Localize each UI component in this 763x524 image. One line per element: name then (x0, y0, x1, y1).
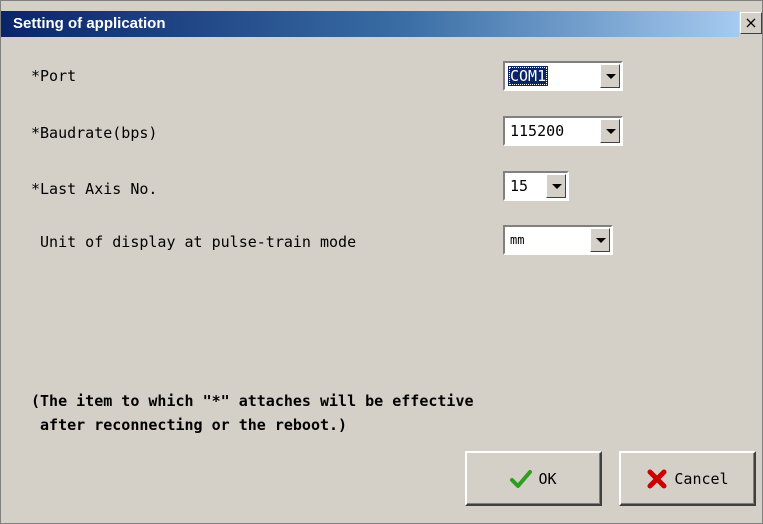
port-value: COM1 (508, 66, 549, 86)
baudrate-label: *Baudrate(bps) (31, 124, 158, 142)
baudrate-value: 115200 (510, 122, 565, 140)
last-axis-label: *Last Axis No. (31, 180, 158, 198)
window-title: Setting of application (13, 15, 166, 32)
port-label: *Port (31, 67, 77, 85)
last-axis-value: 15 (510, 177, 529, 195)
unit-display-select[interactable]: mm (503, 225, 613, 255)
unit-display-dropdown-arrow-icon[interactable] (590, 228, 610, 252)
last-axis-select[interactable]: 15 (503, 171, 569, 201)
checkmark-icon (510, 469, 533, 488)
unit-display-value: mm (510, 233, 525, 247)
unit-display-label: Unit of display at pulse-train mode (31, 233, 357, 251)
cancel-button[interactable]: Cancel (619, 451, 756, 506)
title-bar: Setting of application × (1, 1, 762, 41)
close-button[interactable]: × (740, 12, 762, 34)
port-select[interactable]: COM1 (503, 61, 623, 91)
close-icon: × (744, 13, 758, 32)
cancel-button-label: Cancel (674, 469, 729, 488)
effect-note: (The item to which "*" attaches will be … (31, 392, 474, 434)
port-dropdown-arrow-icon[interactable] (600, 64, 620, 88)
baudrate-dropdown-arrow-icon[interactable] (600, 119, 620, 143)
baudrate-select[interactable]: 115200 (503, 116, 623, 146)
last-axis-dropdown-arrow-icon[interactable] (546, 174, 566, 198)
ok-button-label: OK (538, 469, 557, 488)
x-icon (647, 469, 667, 488)
settings-dialog: Setting of application × *Port COM1 *Bau… (0, 0, 763, 524)
ok-button[interactable]: OK (465, 451, 602, 506)
